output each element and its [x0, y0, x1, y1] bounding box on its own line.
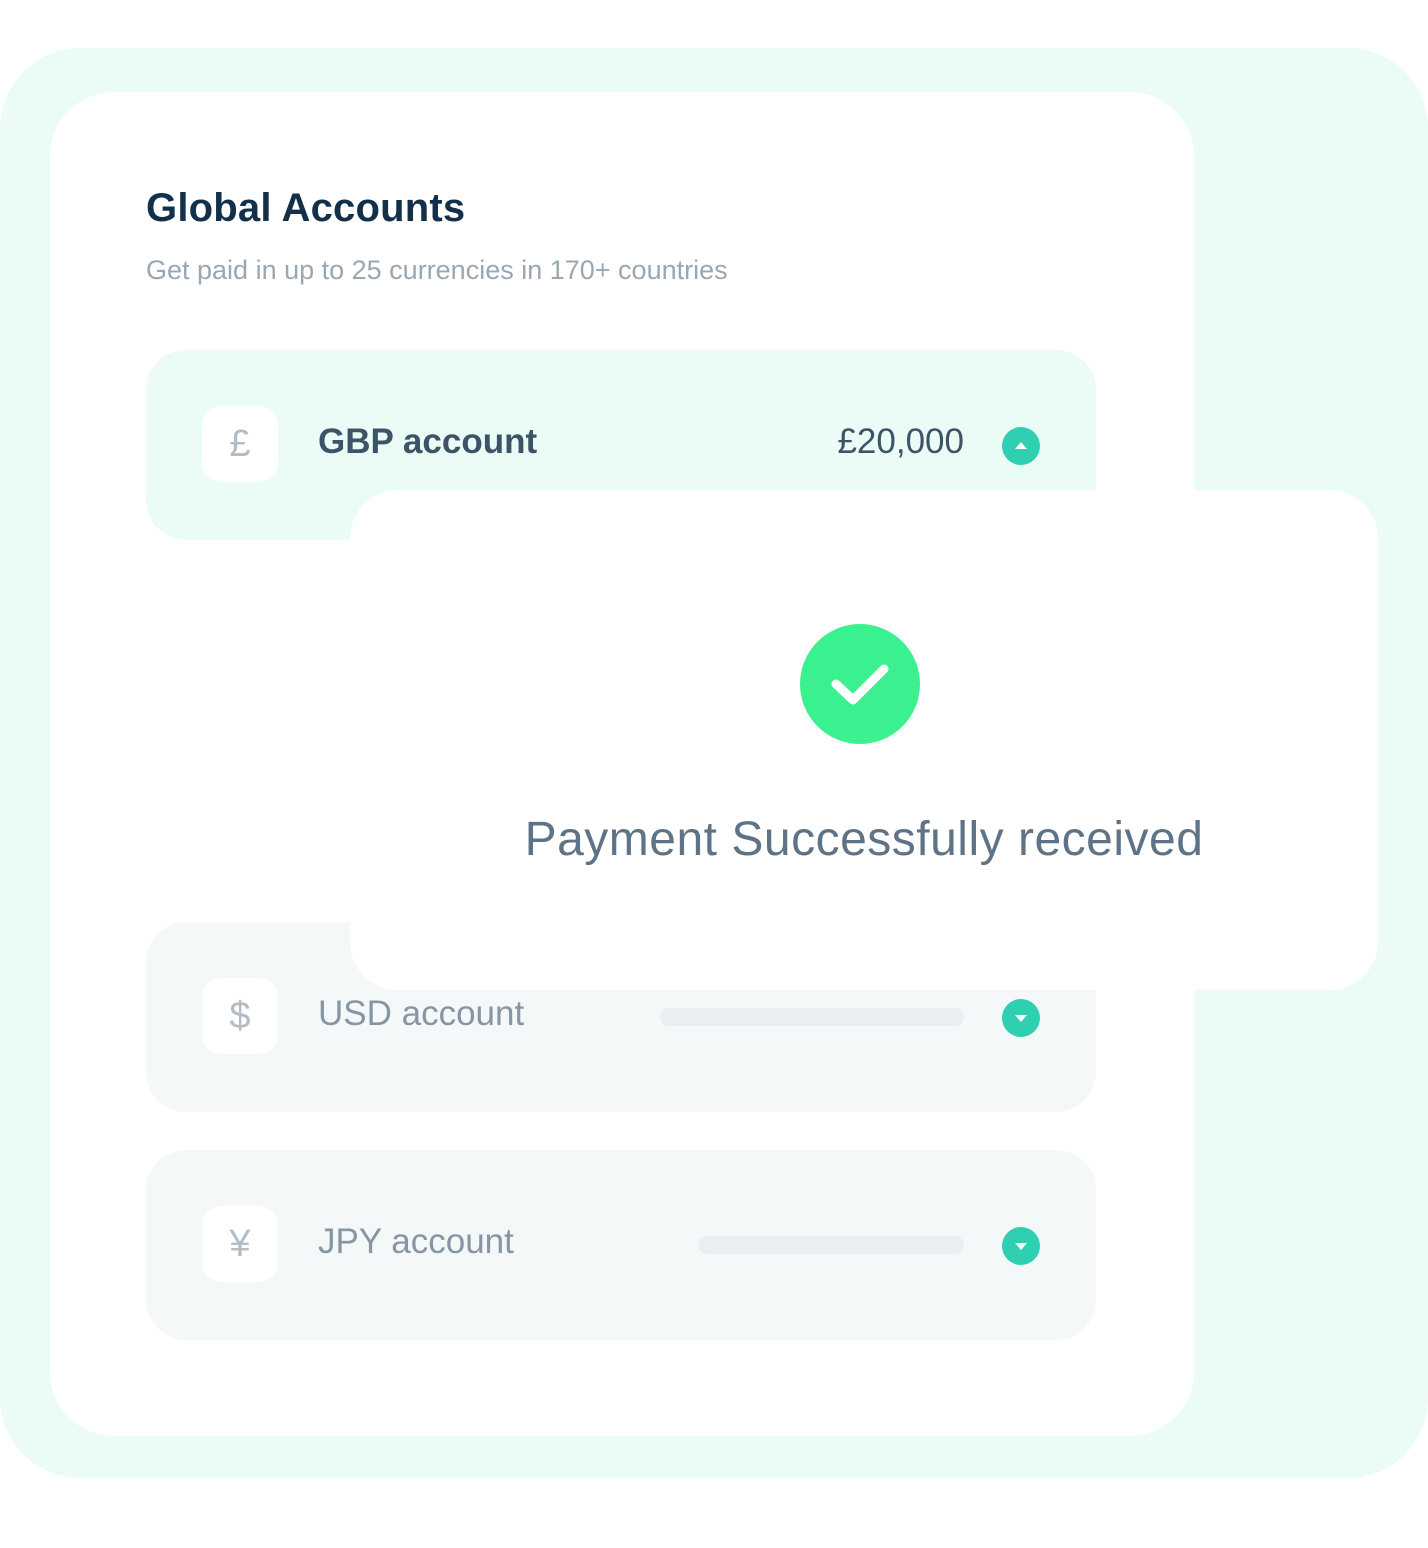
amount-placeholder-bar [660, 1008, 964, 1026]
check-circle-icon [800, 624, 920, 744]
pound-icon: £ [202, 406, 278, 482]
chevron-down-icon[interactable] [1002, 1227, 1040, 1265]
account-amount-gbp: £20,000 [837, 422, 964, 461]
page-title: Global Accounts [146, 186, 466, 230]
payment-success-modal: Payment Successfully received [350, 490, 1378, 990]
payment-success-message: Payment Successfully received [524, 813, 1204, 866]
page-subtitle: Get paid in up to 25 currencies in 170+ … [146, 255, 728, 285]
account-label-gbp: GBP account [318, 422, 538, 461]
chevron-down-icon[interactable] [1002, 999, 1040, 1037]
yen-icon: ¥ [202, 1206, 278, 1282]
account-label-usd: USD account [318, 994, 525, 1033]
amount-placeholder-bar [698, 1236, 964, 1254]
account-row-jpy[interactable]: ¥ JPY account [146, 1150, 1096, 1340]
dollar-icon: $ [202, 978, 278, 1054]
account-label-jpy: JPY account [318, 1222, 514, 1261]
chevron-up-icon[interactable] [1002, 427, 1040, 465]
